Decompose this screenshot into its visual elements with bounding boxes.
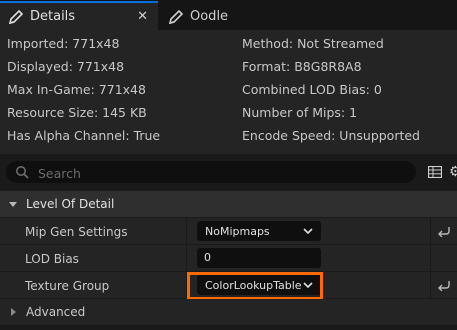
input-value: 0 (204, 251, 211, 264)
property-row-lod-bias: LOD Bias 0 (0, 245, 457, 272)
max-in-game-info: Max In-Game: 771x48 (7, 82, 146, 97)
search-input[interactable] (36, 163, 410, 183)
has-alpha-info: Has Alpha Channel: True (7, 128, 161, 143)
section-advanced[interactable]: Advanced (0, 299, 457, 325)
num-mips-info: Number of Mips: 1 (242, 105, 358, 120)
texture-group-dropdown[interactable]: ColorLookupTable (197, 275, 321, 295)
table-view-icon[interactable] (428, 166, 442, 178)
tab-details[interactable]: Details ✕ (0, 1, 158, 30)
settings-icon[interactable]: ⚙ (449, 164, 457, 180)
column-divider (186, 272, 187, 299)
dropdown-value: ColorLookupTable (205, 279, 302, 292)
section-title: Level Of Detail (26, 197, 115, 211)
column-divider (186, 218, 187, 245)
collapsed-arrow-icon (11, 308, 16, 316)
search-icon (16, 166, 29, 179)
tab-bar: Details ✕ Oodle (0, 0, 457, 30)
column-divider (430, 218, 431, 245)
column-divider (430, 245, 431, 272)
resource-size-info: Resource Size: 145 KB (7, 105, 147, 120)
pencil-icon (8, 9, 24, 24)
property-label: Texture Group (25, 279, 110, 293)
tab-oodle[interactable]: Oodle (160, 3, 280, 30)
property-label: Mip Gen Settings (25, 225, 128, 239)
mip-gen-settings-dropdown[interactable]: NoMipmaps (197, 221, 321, 241)
format-info: Format: B8G8R8A8 (242, 59, 362, 74)
chevron-down-icon (303, 282, 313, 289)
close-icon[interactable]: ✕ (137, 9, 148, 24)
tab-details-label: Details (30, 9, 76, 24)
imported-info: Imported: 771x48 (7, 36, 120, 51)
pencil-icon (168, 9, 184, 24)
column-divider (430, 272, 431, 299)
reset-to-default-icon[interactable] (437, 225, 451, 237)
search-box[interactable] (6, 161, 416, 183)
reset-to-default-icon[interactable] (437, 279, 451, 291)
expand-arrow-icon (9, 202, 17, 207)
encode-speed-info: Encode Speed: Unsupported (242, 128, 420, 143)
chevron-down-icon (303, 228, 313, 235)
section-title: Advanced (26, 305, 86, 319)
search-row: ⚙ (0, 154, 457, 190)
method-info: Method: Not Streamed (242, 36, 384, 51)
property-row-texture-group: Texture Group ColorLookupTable (0, 272, 457, 299)
combined-lod-bias-info: Combined LOD Bias: 0 (242, 82, 382, 97)
column-divider (186, 245, 187, 272)
displayed-info: Displayed: 771x48 (7, 59, 125, 74)
property-row-mip-gen-settings: Mip Gen Settings NoMipmaps (0, 218, 457, 245)
section-level-of-detail[interactable]: Level Of Detail (0, 191, 457, 217)
tab-oodle-label: Oodle (190, 9, 229, 24)
lod-bias-input[interactable]: 0 (197, 248, 321, 268)
dropdown-value: NoMipmaps (205, 225, 270, 238)
property-label: LOD Bias (25, 252, 79, 266)
texture-info-panel: Imported: 771x48 Displayed: 771x48 Max I… (0, 30, 457, 154)
